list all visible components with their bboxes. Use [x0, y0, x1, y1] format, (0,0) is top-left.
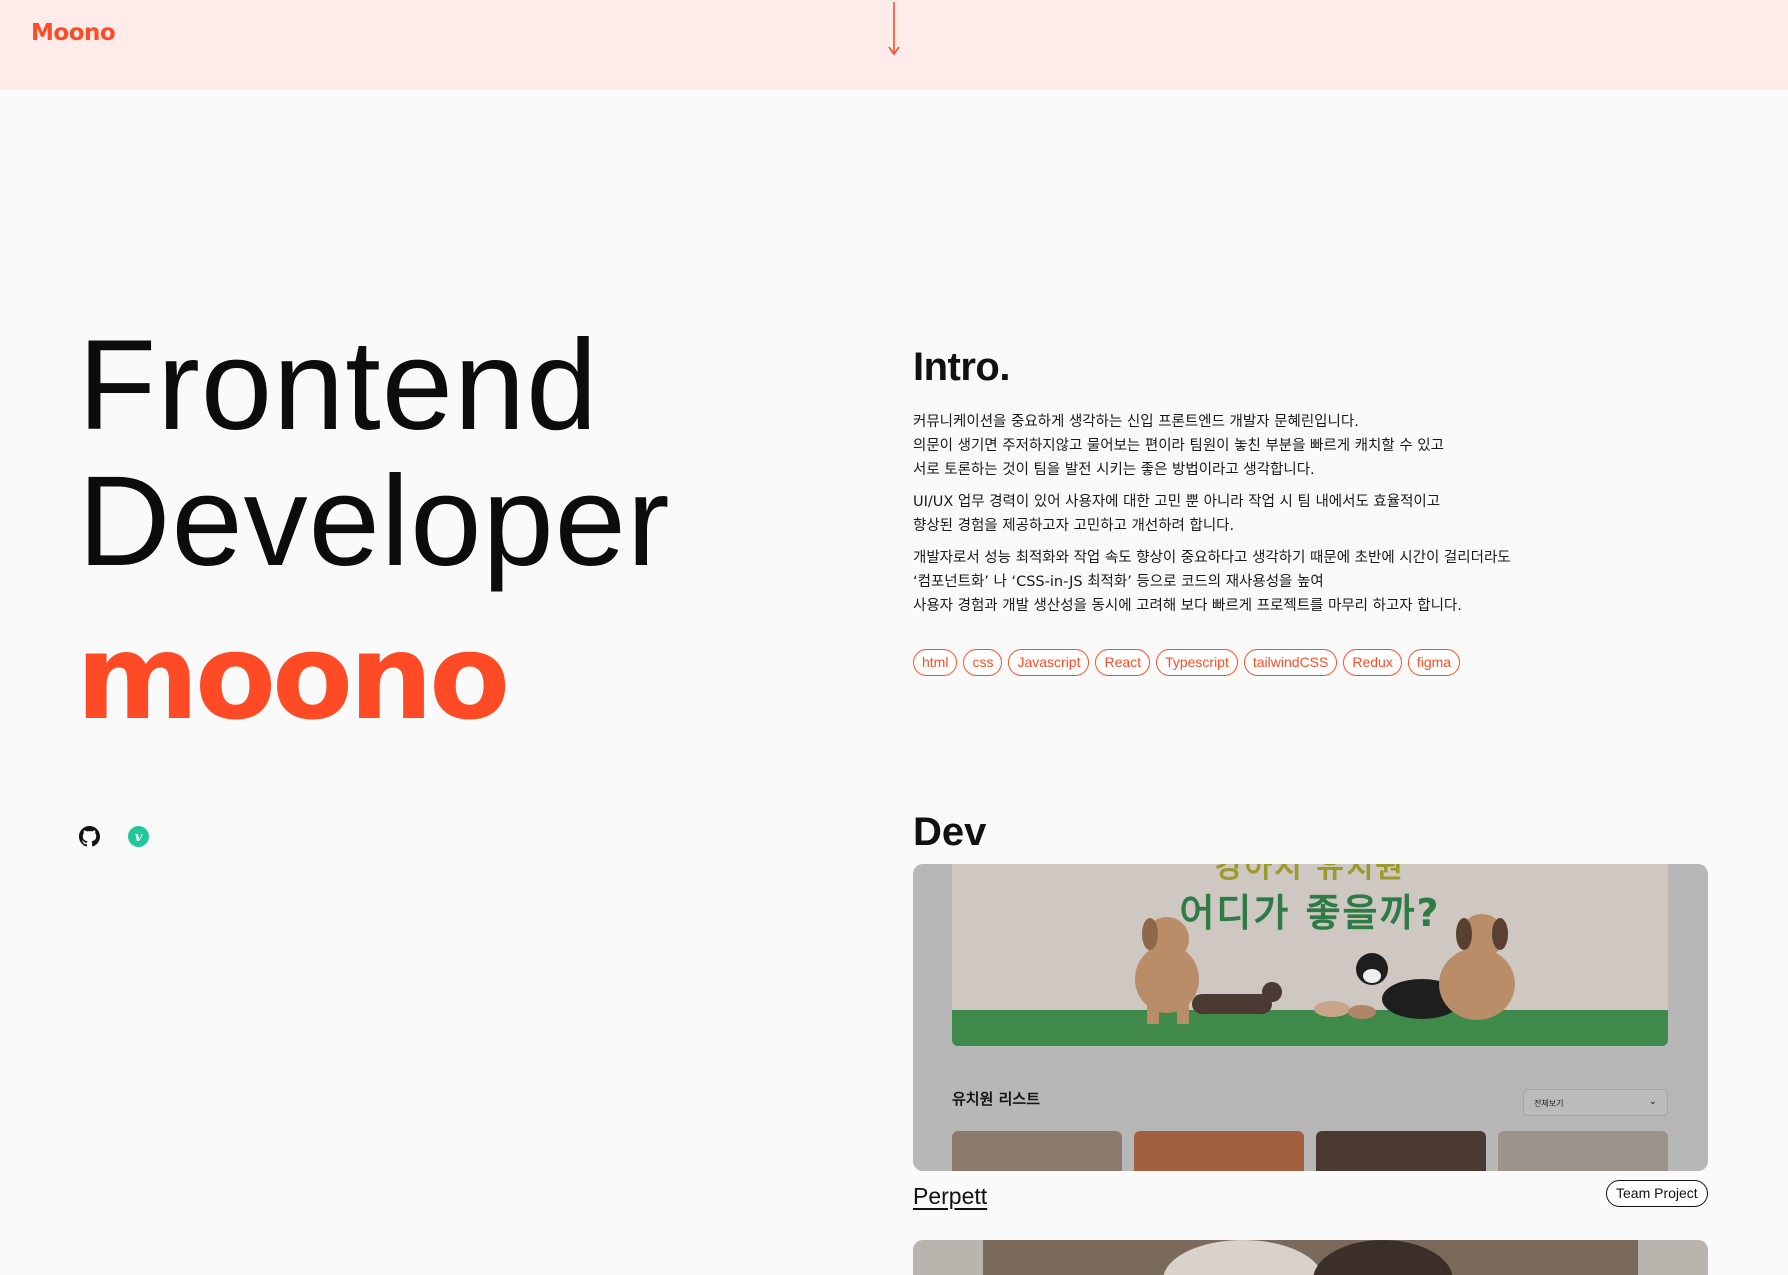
skill-tag: Redux: [1343, 649, 1402, 676]
top-header: Moono: [0, 0, 1788, 90]
intro-line: 서로 토론하는 것이 팀을 발전 시키는 좋은 방법이라고 생각합니다.: [913, 462, 1315, 478]
banner-title: 어디가 좋을까?: [1179, 891, 1441, 935]
dev-heading: Dev: [913, 810, 987, 854]
intro-heading: Intro.: [913, 345, 1010, 389]
preview-thumbnail: [1134, 1131, 1304, 1171]
chevron-down-icon: ⌄: [1648, 1096, 1657, 1107]
intro-paragraph: 커뮤니케이션을 중요하게 생각하는 신입 프론트엔드 개발자 문혜린입니다. 의…: [913, 410, 1613, 482]
hero-title: Frontend Developer: [78, 318, 670, 590]
filter-select-value: 전체보기: [1534, 1099, 1564, 1108]
intro-paragraph: 개발자로서 성능 최적화와 작업 속도 향상이 중요하다고 생각하기 때문에 초…: [913, 546, 1613, 618]
intro-line: 사용자 경험과 개발 생산성을 동시에 고려해 보다 빠르게 프로젝트를 마무리…: [913, 598, 1462, 614]
intro-line: UI/UX 업무 경력이 있어 사용자에 대한 고민 뿐 아니라 작업 시 팀 …: [913, 494, 1441, 510]
hero-title-line-1: Frontend: [78, 314, 599, 457]
filter-select: 전체보기 ⌄: [1523, 1089, 1668, 1116]
project-card-perpett[interactable]: 강아지 유치원 어디가 좋을까? 유치원 리스트 전체보기 ⌄: [913, 864, 1708, 1171]
intro-line: 커뮤니케이션을 중요하게 생각하는 신입 프론트엔드 개발자 문혜린입니다.: [913, 414, 1359, 430]
skill-tag: Typescript: [1156, 649, 1238, 676]
project-title-link[interactable]: Perpett: [913, 1183, 987, 1210]
kindergarten-list-title: 유치원 리스트: [952, 1090, 1041, 1108]
logo[interactable]: Moono: [31, 20, 116, 46]
skill-tag: React: [1095, 649, 1151, 676]
velog-icon[interactable]: v: [128, 826, 149, 847]
skill-tag: tailwindCSS: [1243, 649, 1338, 676]
hero-title-line-2: Developer: [78, 450, 671, 593]
github-icon[interactable]: [79, 826, 100, 847]
project-card-next[interactable]: [913, 1240, 1708, 1275]
preview-thumbnail: [1498, 1131, 1668, 1171]
intro-body: 커뮤니케이션을 중요하게 생각하는 신입 프론트엔드 개발자 문혜린입니다. 의…: [913, 410, 1613, 626]
intro-line: ‘컴포넌트화’ 나 ‘CSS-in-JS 최적화’ 등으로 코드의 재사용성을 …: [913, 574, 1324, 590]
portfolio-page: Moono Frontend Developer moono v Intro. …: [0, 0, 1788, 1275]
skill-tag: figma: [1407, 649, 1461, 676]
project-type-badge: Team Project: [1606, 1180, 1708, 1207]
skill-tag: html: [913, 649, 958, 676]
scroll-down-arrow-icon[interactable]: [884, 2, 904, 56]
project-preview-banner: 강아지 유치원 어디가 좋을까?: [952, 864, 1668, 1046]
next-project-preview: [983, 1240, 1638, 1275]
intro-line: 의문이 생기면 주저하지않고 물어보는 편이라 팀원이 놓친 부분을 빠르게 캐…: [913, 438, 1444, 454]
skill-tag: Javascript: [1008, 649, 1090, 676]
svg-text:v: v: [135, 830, 143, 845]
skill-tags: html css Javascript React Typescript tai…: [913, 649, 1461, 676]
skill-tag: css: [963, 649, 1003, 676]
social-links: v: [79, 826, 149, 847]
preview-thumbnail: [952, 1131, 1122, 1171]
intro-paragraph: UI/UX 업무 경력이 있어 사용자에 대한 고민 뿐 아니라 작업 시 팀 …: [913, 490, 1613, 538]
hero-name: moono: [76, 608, 510, 746]
intro-line: 향상된 경험을 제공하고자 고민하고 개선하려 합니다.: [913, 518, 1235, 534]
preview-thumbnail: [1316, 1131, 1486, 1171]
intro-line: 개발자로서 성능 최적화와 작업 속도 향상이 중요하다고 생각하기 때문에 초…: [913, 550, 1511, 566]
